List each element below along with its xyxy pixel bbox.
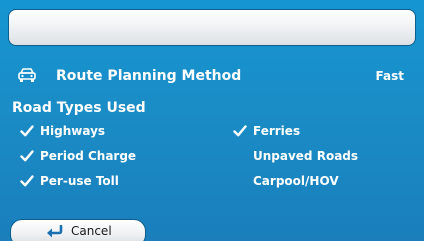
road-type-label: Carpool/HOV bbox=[253, 174, 339, 188]
road-type-unpaved-roads[interactable]: Unpaved Roads bbox=[233, 146, 403, 166]
route-planning-method-value: Fast bbox=[375, 69, 404, 83]
check-icon bbox=[20, 150, 34, 162]
route-settings-screen: Route Planning Method Fast Road Types Us… bbox=[0, 0, 424, 241]
check-icon bbox=[20, 175, 34, 187]
road-type-label: Per-use Toll bbox=[40, 174, 119, 188]
title-bar bbox=[8, 9, 416, 46]
road-type-label: Period Charge bbox=[40, 149, 137, 163]
check-icon bbox=[233, 125, 247, 137]
road-type-per-use-toll[interactable]: Per-use Toll bbox=[20, 171, 190, 191]
road-type-label: Ferries bbox=[253, 124, 301, 138]
road-type-label: Highways bbox=[40, 124, 106, 138]
road-type-label: Unpaved Roads bbox=[253, 149, 359, 163]
route-planning-method-row[interactable]: Route Planning Method Fast bbox=[0, 65, 424, 87]
cancel-button[interactable]: Cancel bbox=[10, 219, 146, 241]
return-arrow-icon bbox=[47, 225, 63, 238]
road-type-period-charge[interactable]: Period Charge bbox=[20, 146, 190, 166]
check-icon bbox=[20, 125, 34, 137]
road-type-ferries[interactable]: Ferries bbox=[233, 121, 403, 141]
cancel-label: Cancel bbox=[71, 224, 112, 238]
road-types-title: Road Types Used bbox=[12, 100, 146, 116]
car-icon bbox=[18, 68, 36, 82]
route-planning-method-label: Route Planning Method bbox=[56, 68, 242, 84]
road-type-carpool-hov[interactable]: Carpool/HOV bbox=[233, 171, 403, 191]
road-type-highways[interactable]: Highways bbox=[20, 121, 190, 141]
